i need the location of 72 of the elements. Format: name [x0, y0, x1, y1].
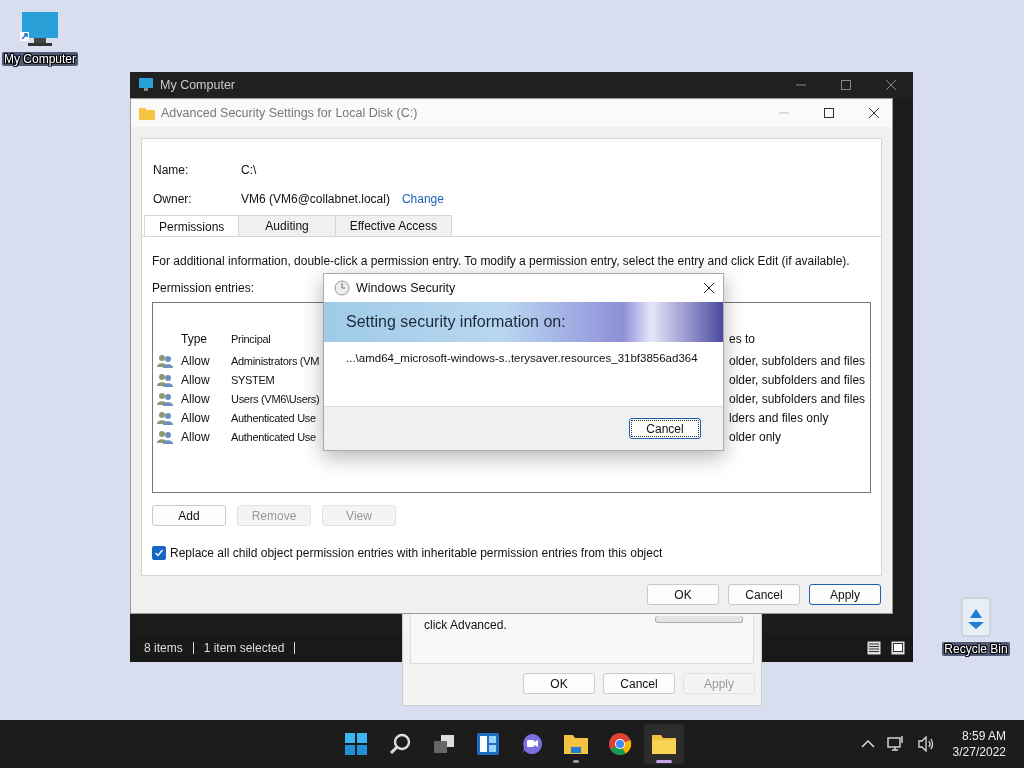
table-cell-text: Allow	[181, 353, 211, 368]
users-icon	[157, 429, 173, 444]
entries-label: Permission entries:	[152, 281, 255, 295]
checkbox[interactable]	[152, 546, 166, 560]
window-title: My Computer	[160, 78, 236, 92]
folder-icon[interactable]	[563, 732, 589, 756]
tab[interactable]: Auditing	[238, 215, 336, 236]
dialog-button[interactable]: Cancel	[603, 673, 675, 694]
checkbox-label[interactable]: Replace all child object permission entries with inheritable permission entries from this object	[170, 546, 663, 560]
browser-icon[interactable]	[608, 732, 632, 756]
status-text: 1 item selected	[203, 641, 285, 655]
desktop-icon-label[interactable]: My Computer	[2, 52, 78, 66]
task-view-icon[interactable]	[432, 732, 456, 756]
folder-icon	[139, 106, 155, 120]
tab[interactable]: Permissions	[144, 215, 240, 237]
users-icon	[157, 410, 173, 425]
tiles-view-icon[interactable]	[891, 641, 905, 655]
users-icon	[157, 353, 173, 368]
column-header[interactable]: Type	[181, 332, 231, 346]
close-icon[interactable]	[703, 282, 715, 294]
table-cell-text: Allow	[181, 372, 211, 387]
volume-icon[interactable]	[916, 735, 935, 753]
table-cell: lders and files only	[729, 410, 829, 425]
table-cell: older, subfolders and files	[729, 391, 866, 406]
chat-icon[interactable]	[520, 732, 544, 756]
change-link[interactable]: Change	[401, 191, 444, 206]
monitor-icon	[138, 77, 154, 93]
owner-value: VM6 (VM6@collabnet.local)	[241, 191, 390, 206]
dialog-title: Windows Security	[356, 281, 456, 295]
name-value: C:\	[241, 162, 257, 177]
dialog-button[interactable]: Cancel	[728, 584, 800, 605]
dialog-button[interactable]: Apply	[809, 584, 881, 605]
dialog-heading: Setting security information on:	[346, 313, 566, 331]
clock-date[interactable]: 3/27/2022	[952, 744, 1006, 760]
folder-icon[interactable]	[651, 732, 677, 756]
users-icon	[157, 372, 173, 387]
dialog-button[interactable]: OK	[523, 673, 595, 694]
desktop-icon-label[interactable]: Recycle Bin	[942, 642, 1010, 656]
table-cell-text: Authenticated Use	[231, 430, 317, 443]
search-icon[interactable]	[388, 732, 412, 756]
table-cell-text: Users (VM6\Users)	[231, 392, 321, 405]
close-icon[interactable]	[868, 107, 880, 119]
maximize-icon[interactable]	[823, 107, 835, 119]
table-cell-text: SYSTEM	[231, 373, 276, 386]
file-path: ...\amd64_microsoft-windows-s..terysaver.resources_31bf3856ad364	[346, 352, 698, 364]
table-cell-text: Allow	[181, 391, 211, 406]
name-label: Name:	[153, 162, 190, 177]
start-icon[interactable]	[344, 732, 368, 756]
clock-icon	[334, 280, 350, 296]
window-title: Advanced Security Settings for Local Disk (C:)	[161, 106, 418, 120]
users-icon	[157, 391, 173, 406]
owner-label: Owner:	[153, 191, 193, 206]
network-icon[interactable]	[886, 735, 905, 753]
tab[interactable]: Effective Access	[334, 215, 452, 236]
entry-button[interactable]: Add	[152, 505, 226, 526]
table-cell: older, subfolders and files	[729, 372, 866, 387]
table-cell: older, subfolders and files	[729, 353, 866, 368]
column-header[interactable]: es to	[729, 332, 755, 346]
table-cell-text: Administrators (VM	[231, 354, 321, 367]
details-view-icon[interactable]	[867, 641, 881, 655]
dialog-button[interactable]: OK	[647, 584, 719, 605]
table-cell-text: Allow	[181, 410, 211, 425]
table-cell-text: Allow	[181, 429, 211, 444]
status-text: 8 items	[144, 641, 183, 655]
cancel-button[interactable]: Cancel	[629, 418, 701, 439]
properties-text: click Advanced.	[424, 618, 507, 632]
table-cell: older only	[729, 429, 782, 444]
widgets-icon[interactable]	[476, 732, 500, 756]
info-text: For additional information, double-click a permission entry. To modify a permission entry, select the entry and click Edit (if available).	[152, 254, 851, 268]
clock-time[interactable]: 8:59 AM	[961, 728, 1006, 744]
table-cell-text: Authenticated Use	[231, 411, 317, 424]
chevron-up-icon[interactable]	[860, 739, 875, 749]
